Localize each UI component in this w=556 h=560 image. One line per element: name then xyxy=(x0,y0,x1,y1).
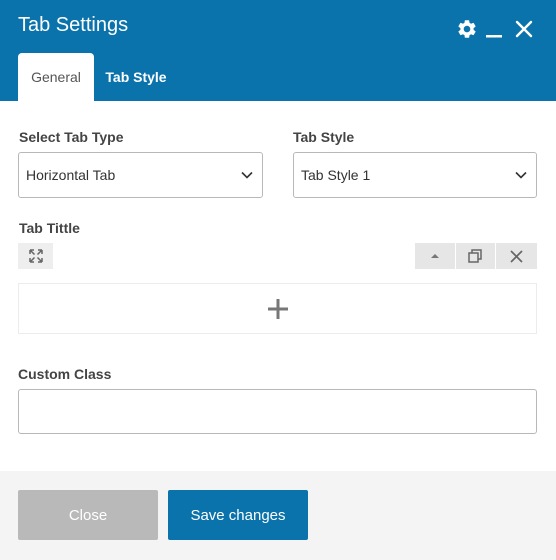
move-up-icon xyxy=(430,254,439,258)
custom-class-input[interactable] xyxy=(18,389,537,434)
minimize-icon[interactable] xyxy=(482,17,506,41)
add-tab-button[interactable] xyxy=(18,283,537,334)
tab-style-value: Tab Style 1 xyxy=(301,167,371,183)
move-up-button[interactable] xyxy=(415,243,456,269)
tab-style-label: Tab Style xyxy=(293,129,355,145)
select-tab-type-label: Select Tab Type xyxy=(19,129,124,145)
tab-type-value: Horizontal Tab xyxy=(26,167,116,183)
custom-class-label: Custom Class xyxy=(18,366,112,382)
gear-icon[interactable] xyxy=(455,17,479,41)
plus-icon xyxy=(267,298,288,319)
tab-title-label: Tab Tittle xyxy=(19,220,80,236)
dialog-title: Tab Settings xyxy=(18,14,129,36)
tab-type-select[interactable]: Horizontal Tab xyxy=(18,152,263,198)
close-button[interactable]: Close xyxy=(18,490,158,540)
chevron-down-icon xyxy=(515,171,527,179)
tab-item-toolbar xyxy=(415,243,537,269)
tab-style-select[interactable]: Tab Style 1 xyxy=(293,152,537,198)
duplicate-button[interactable] xyxy=(456,243,497,269)
duplicate-icon xyxy=(468,249,483,263)
close-icon[interactable] xyxy=(512,17,536,41)
expand-icon xyxy=(28,249,43,263)
remove-button[interactable] xyxy=(496,243,537,269)
tab-general[interactable]: General xyxy=(18,53,94,101)
chevron-down-icon xyxy=(241,171,253,179)
expand-button[interactable] xyxy=(18,243,53,269)
tab-tab-style[interactable]: Tab Style xyxy=(96,53,176,101)
remove-icon xyxy=(510,249,523,263)
save-changes-button[interactable]: Save changes xyxy=(168,490,308,540)
